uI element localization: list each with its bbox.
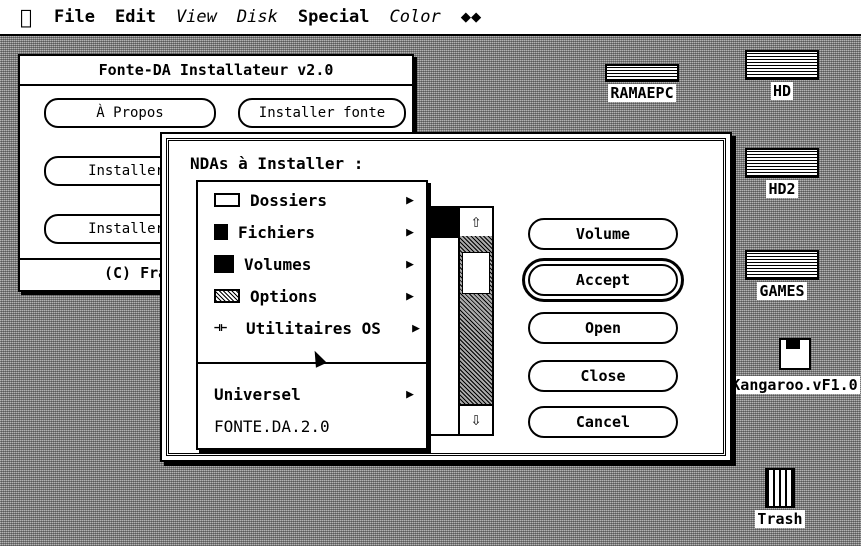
menu-item-label: Options — [250, 286, 318, 306]
menu-bar:  File Edit View Disk Special Color ◆◆ — [0, 0, 861, 36]
scroll-thumb[interactable] — [462, 252, 490, 294]
menu-item-label: FONTE.DA.2.0 — [214, 416, 330, 436]
cancel-button[interactable]: Cancel — [528, 406, 678, 438]
list-highlight — [428, 208, 458, 238]
menu-special[interactable]: Special — [288, 7, 380, 27]
submenu-arrow-icon: ▶ — [406, 256, 414, 272]
menu-item-label: Volumes — [244, 254, 312, 274]
desktop-icon-hd[interactable]: HD — [742, 50, 822, 100]
menu-item-fichiers[interactable]: Fichiers ▶ — [198, 216, 426, 248]
folder-icon — [214, 193, 240, 207]
submenu-arrow-icon: ▶ — [406, 192, 414, 208]
icon-label: Kangaroo.vF1.0 — [729, 376, 860, 394]
close-button[interactable]: Close — [528, 360, 678, 392]
submenu-arrow-icon: ▶ — [406, 224, 414, 240]
window-title: Fonte-DA Installateur v2.0 — [20, 56, 412, 86]
scrollbar[interactable]: ⇧ ⇩ — [458, 206, 494, 436]
hard-drive-icon — [745, 148, 819, 178]
volume-button[interactable]: Volume — [528, 218, 678, 250]
menu-item-volumes[interactable]: Volumes ▶ — [198, 248, 426, 280]
about-button[interactable]: À Propos — [44, 98, 216, 128]
menu-view[interactable]: View — [166, 7, 227, 27]
menu-color[interactable]: Color — [380, 7, 451, 27]
volume-popup-menu: Dossiers ▶ Fichiers ▶ Volumes ▶ Options … — [196, 180, 428, 450]
desktop-icon-ramaepc[interactable]: RAMAEPC — [592, 64, 692, 102]
menu-item-fonte-da[interactable]: FONTE.DA.2.0 — [198, 410, 426, 442]
utilities-icon: ⊣⊢ — [214, 321, 228, 334]
icon-label: GAMES — [757, 282, 807, 300]
drive-icon — [605, 64, 679, 82]
menu-item-utilitaires[interactable]: ⊣⊢ Utilitaires OS ▶ — [198, 312, 426, 344]
desktop-icon-hd2[interactable]: HD2 — [742, 148, 822, 198]
menu-item-label: Universel — [214, 384, 301, 404]
dialog-prompt: NDAs à Installer : — [190, 154, 364, 173]
menu-item-universel[interactable]: Universel ▶ — [198, 378, 426, 410]
options-icon — [214, 289, 240, 303]
menu-item-options[interactable]: Options ▶ — [198, 280, 426, 312]
install-font-button[interactable]: Installer fonte — [238, 98, 406, 128]
submenu-arrow-icon: ▶ — [406, 386, 414, 402]
hard-drive-icon — [745, 50, 819, 80]
submenu-arrow-icon: ▶ — [412, 320, 420, 336]
menu-separator — [198, 362, 426, 364]
icon-label: HD — [770, 82, 794, 100]
menu-item-label: Dossiers — [250, 190, 328, 210]
menu-disk[interactable]: Disk — [227, 7, 288, 27]
floppy-disk-icon — [778, 338, 811, 370]
menu-item-label: Utilitaires OS — [246, 318, 381, 338]
submenu-arrow-icon: ▶ — [406, 288, 414, 304]
accept-button[interactable]: Accept — [522, 258, 684, 302]
menu-edit[interactable]: Edit — [105, 7, 166, 27]
scroll-down-arrow-icon[interactable]: ⇩ — [460, 404, 492, 434]
apple-menu-icon[interactable]:  — [0, 5, 44, 29]
icon-label: Trash — [755, 510, 805, 528]
menu-file[interactable]: File — [44, 7, 105, 27]
icon-label: RAMAEPC — [608, 84, 676, 102]
volume-icon — [214, 255, 234, 273]
desktop-icon-kangaroo[interactable]: Kangaroo.vF1.0 — [728, 338, 861, 394]
icon-label: HD2 — [766, 180, 798, 198]
menu-item-label: Fichiers — [238, 222, 316, 242]
hard-drive-icon — [745, 250, 819, 280]
desktop-icon-games[interactable]: GAMES — [742, 250, 822, 300]
open-button[interactable]: Open — [528, 312, 678, 344]
file-list[interactable] — [428, 206, 460, 436]
menu-item-dossiers[interactable]: Dossiers ▶ — [198, 184, 426, 216]
scroll-up-arrow-icon[interactable]: ⇧ — [460, 208, 492, 238]
file-dialog: NDAs à Installer : ⇧ ⇩ Dossiers ▶ Fichie… — [160, 132, 732, 462]
trash-icon — [765, 468, 795, 508]
desktop-icon-trash[interactable]: Trash — [748, 468, 812, 528]
file-icon — [214, 224, 228, 240]
gear-icon[interactable]: ◆◆ — [451, 7, 491, 27]
